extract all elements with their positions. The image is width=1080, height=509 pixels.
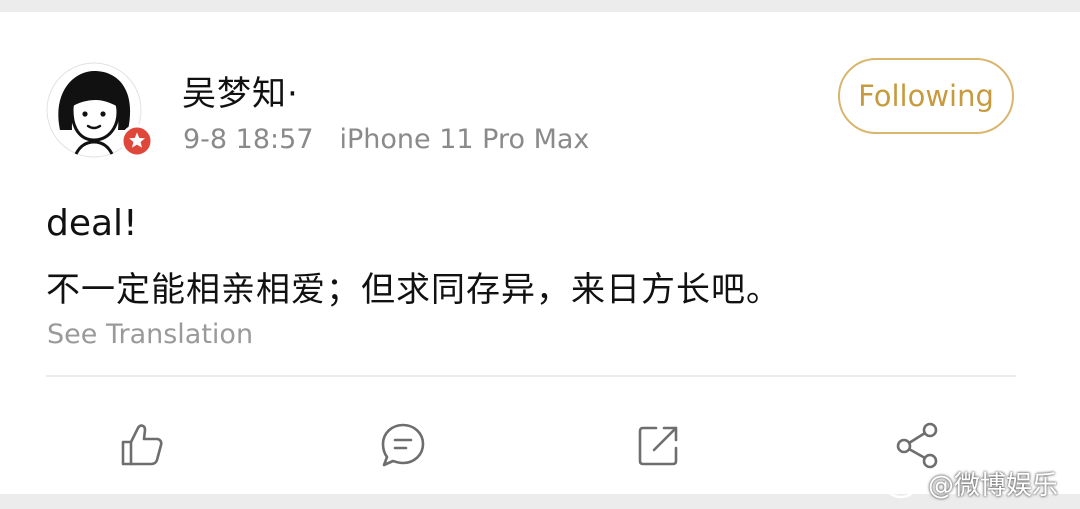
weibo-logo-icon — [885, 471, 921, 499]
post-text-line-2: 不一定能相亲相爱；但求同存异，来日方长吧。 — [46, 270, 781, 310]
share-icon — [896, 422, 938, 469]
name-separator: · — [287, 74, 299, 114]
watermark-text: @微博娱乐 — [928, 470, 1059, 501]
repost-icon — [638, 426, 678, 466]
see-translation-link[interactable]: See Translation — [47, 319, 253, 350]
weibo-post-card: 吴梦知· 9-8 18:57 iPhone 11 Pro Max Followin… — [0, 12, 1080, 494]
like-button[interactable] — [118, 420, 168, 470]
user-name-text[interactable]: 吴梦知 — [182, 74, 287, 114]
divider — [46, 375, 1016, 377]
repost-button[interactable] — [634, 420, 684, 470]
share-button[interactable] — [893, 420, 943, 470]
user-name[interactable]: 吴梦知· — [182, 66, 299, 115]
post-text-line-1: deal! — [46, 203, 138, 244]
post-device: iPhone 11 Pro Max — [339, 124, 590, 155]
thumbs-up-icon — [121, 424, 163, 466]
comment-button[interactable] — [378, 420, 428, 470]
weibo-watermark: @微博娱乐 — [884, 464, 1058, 502]
verified-badge-icon — [120, 124, 154, 158]
post-time: 9-8 18:57 — [183, 124, 314, 155]
following-button[interactable]: Following — [838, 58, 1014, 134]
comment-icon — [381, 423, 425, 467]
post-meta: 9-8 18:57 iPhone 11 Pro Max — [183, 124, 589, 155]
